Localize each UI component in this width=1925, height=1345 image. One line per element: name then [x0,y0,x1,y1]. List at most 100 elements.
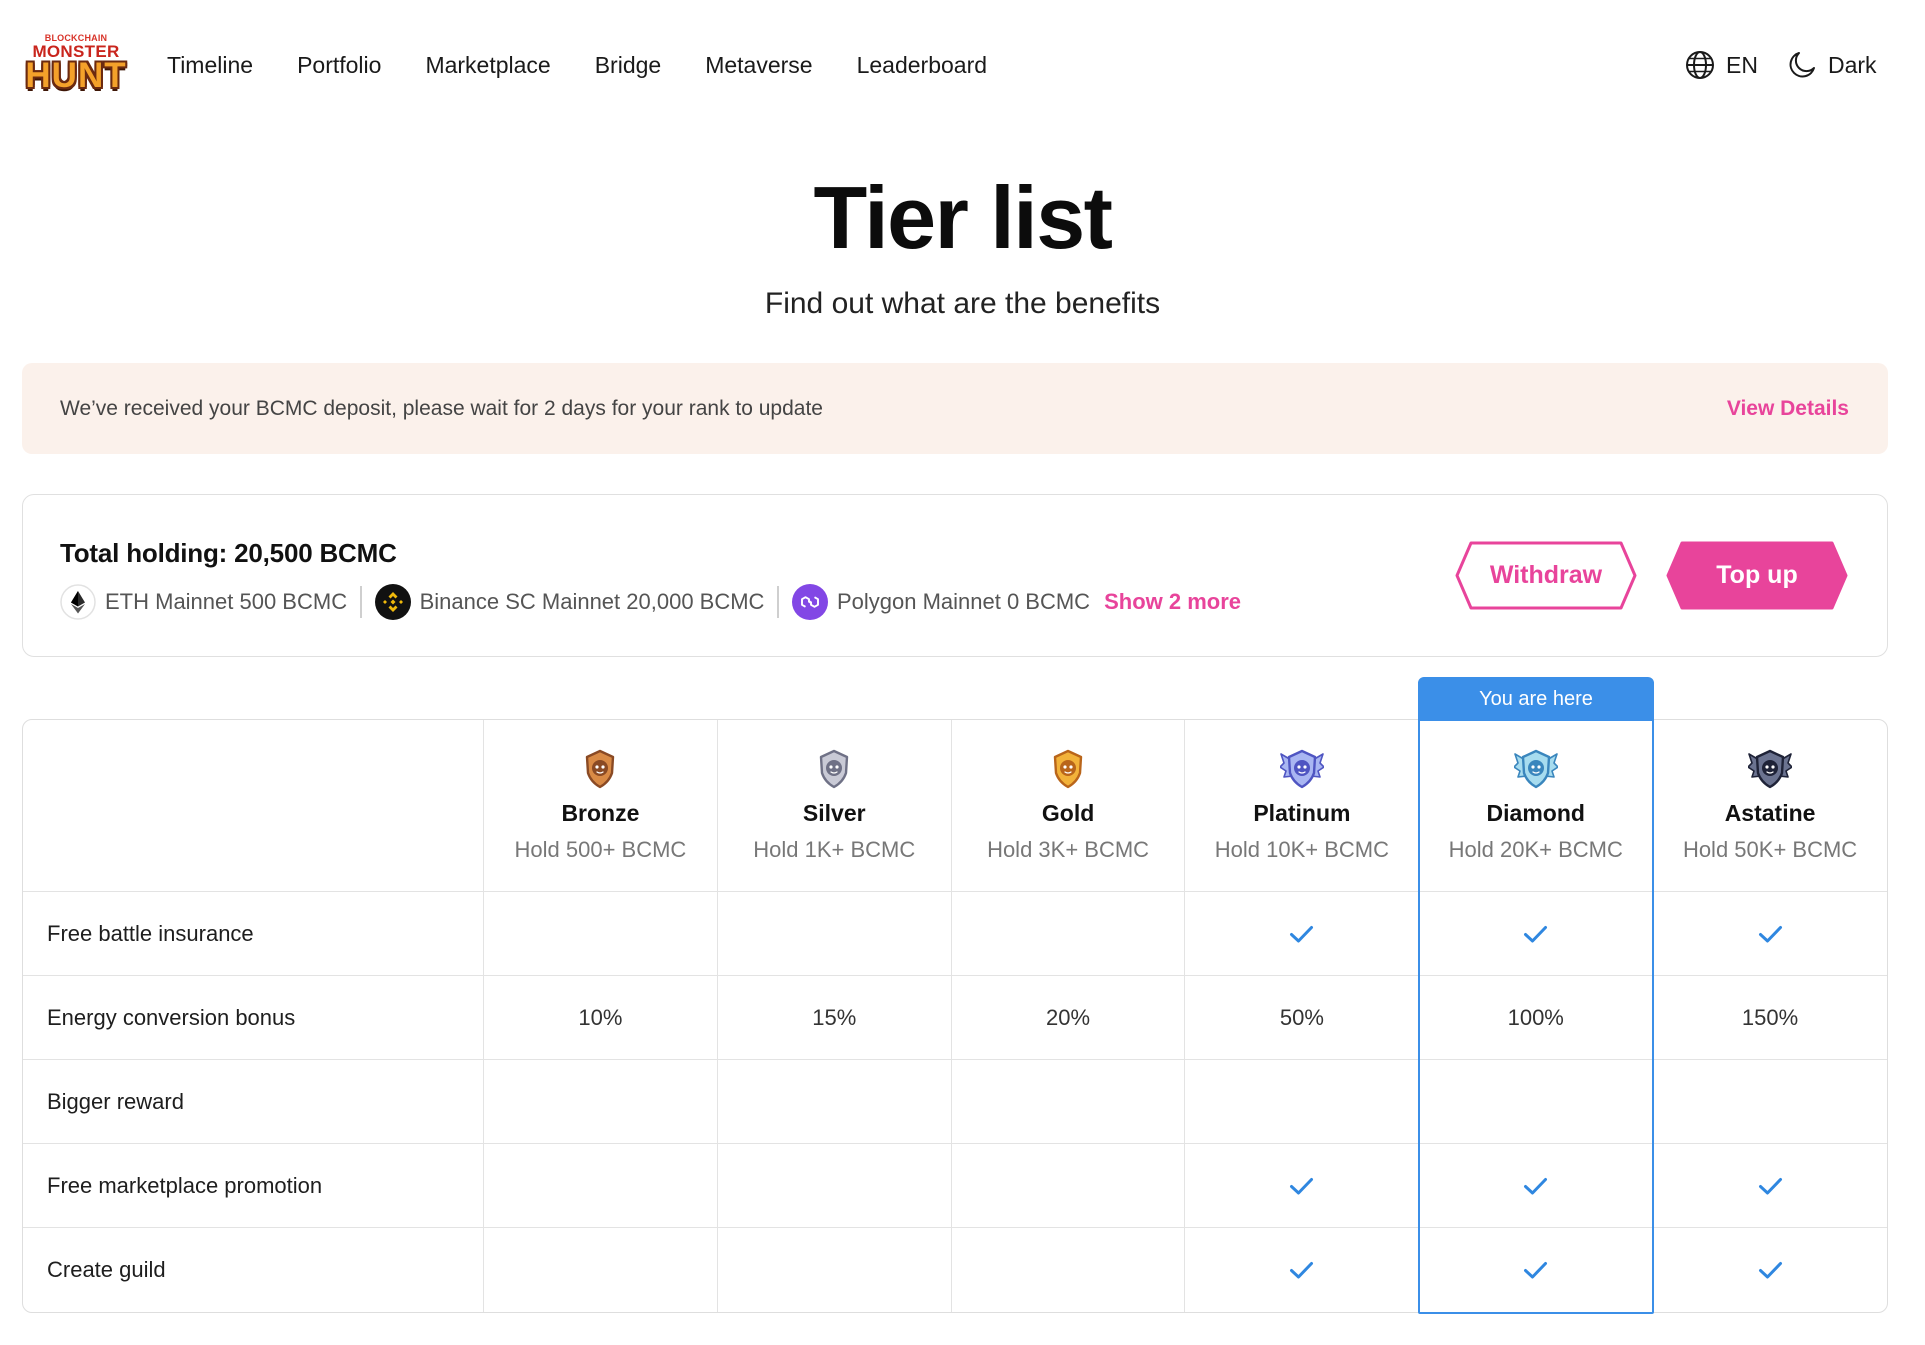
bronze-badge-icon [578,748,622,790]
tier-requirement: Hold 1K+ BCMC [753,837,916,862]
check-icon [1523,1261,1548,1279]
polygon-icon [791,584,828,620]
tier-cell [1419,892,1654,976]
you-are-here-badge: You are here [1419,678,1653,721]
tier-requirement: Hold 50K+ BCMC [1682,837,1858,862]
platinum-badge-icon [1279,748,1324,790]
cell-value: 20% [1046,1004,1091,1030]
binance-icon [374,584,411,620]
globe-icon [1684,49,1716,81]
tier-cell [1419,1228,1654,1312]
nav-link-marketplace[interactable]: Marketplace [425,52,550,79]
logo-line-3: HUNT [25,56,127,95]
tier-cell [717,892,952,976]
page-title: Tier list [813,168,1113,267]
chain-eth-balance: ETH Mainnet 500 BCMC [105,589,348,614]
chain-balances: ETH Mainnet 500 BCMC Binance SC Mainnet … [60,584,1241,620]
tier-name: Bronze [561,800,640,826]
row-label: Energy conversion bonus [23,976,484,1060]
theme-label: Dark [1828,51,1877,78]
chain-polygon-balance: Polygon Mainnet 0 BCMC [836,589,1091,614]
tier-header-diamond: Diamond Hold 20K+ BCMC [1419,720,1654,892]
cell-value: 100% [1507,1004,1564,1030]
top-up-button[interactable]: Top up [1665,540,1849,611]
tier-header-bronze: Bronze Hold 500+ BCMC [484,720,718,892]
nav-link-metaverse[interactable]: Metaverse [705,52,812,79]
tier-requirement: Hold 20K+ BCMC [1448,837,1623,862]
logo[interactable]: BLOCKCHAIN MONSTER HUNT [22,33,130,95]
tier-cell [718,1228,952,1312]
tier-cell [717,1060,952,1144]
tier-cell [484,1060,718,1144]
tier-cell [1653,1228,1887,1312]
view-details-link[interactable]: View Details [1727,397,1849,421]
tier-cell [1653,1144,1887,1228]
chain-polygon: Polygon Mainnet 0 BCMC [791,584,1091,620]
tier-cell [1185,1144,1420,1228]
tier-cell [484,1228,718,1312]
tier-cell [717,1144,952,1228]
nav-link-bridge[interactable]: Bridge [595,52,661,79]
moon-icon [1786,49,1818,81]
tier-cell: 20% [951,976,1186,1060]
cell-value: 10% [578,1004,623,1030]
row-label: Bigger reward [23,1060,484,1144]
tier-cell [951,892,1186,976]
divider [777,586,779,618]
tier-cell [484,1144,718,1228]
notice-message: We’ve received your BCMC deposit, please… [60,396,823,420]
check-icon [1758,1177,1783,1195]
tier-cell: 50% [1185,976,1420,1060]
tier-cell [1419,1060,1654,1144]
check-icon [1758,1261,1783,1279]
tier-name: Silver [802,800,866,826]
check-icon [1523,925,1548,943]
withdraw-button[interactable]: Withdraw [1454,540,1638,611]
divider [360,586,362,618]
total-holding: Total holding: 20,500 BCMC [60,538,397,568]
tier-cell [1185,892,1420,976]
tier-header-silver: Silver Hold 1K+ BCMC [717,720,952,892]
tier-header-astatine: Astatine Hold 50K+ BCMC [1653,720,1887,892]
tier-table: Bronze Hold 500+ BCMC Silver Hold 1K+ BCMC G… [22,719,1888,1313]
main-nav: Timeline Portfolio Marketplace Bridge Me… [167,48,987,82]
cell-value: 15% [812,1004,857,1030]
tier-cell [1653,892,1887,976]
chain-eth: ETH Mainnet 500 BCMC [60,584,347,620]
chain-binance-balance: Binance SC Mainnet 20,000 BCMC [419,589,765,614]
tier-cell: 10% [484,976,718,1060]
row-label: Free marketplace promotion [23,1144,484,1228]
tier-requirement: Hold 10K+ BCMC [1214,837,1390,862]
tier-name: Gold [1041,800,1095,826]
check-icon [1523,1177,1548,1195]
tier-cell [951,1144,1186,1228]
language-switcher[interactable]: EN [1684,47,1758,83]
tier-cell: 100% [1419,976,1654,1060]
gold-badge-icon [1046,748,1090,790]
tier-cell [952,1228,1186,1312]
show-more-link[interactable]: Show 2 more [1104,589,1241,615]
tier-cell [484,892,718,976]
nav-link-leaderboard[interactable]: Leaderboard [857,52,987,79]
tier-cell [1653,1060,1887,1144]
tier-cell [951,1060,1186,1144]
tier-cell [1185,1060,1420,1144]
language-label: EN [1726,51,1758,78]
tier-name: Platinum [1253,800,1351,826]
withdraw-label: Withdraw [1489,561,1603,589]
eth-icon [60,584,96,620]
top-up-label: Top up [1716,561,1798,589]
diamond-badge-icon [1513,748,1558,790]
tier-cell: 15% [717,976,952,1060]
theme-toggle[interactable]: Dark [1786,47,1877,83]
table-corner-cell [23,720,484,892]
check-icon [1758,925,1783,943]
tier-name: Astatine [1724,800,1816,826]
nav-link-timeline[interactable]: Timeline [167,52,253,79]
nav-link-portfolio[interactable]: Portfolio [297,52,381,79]
tier-name: Diamond [1486,800,1585,826]
row-label: Free battle insurance [23,892,484,976]
tier-header-platinum: Platinum Hold 10K+ BCMC [1185,720,1420,892]
deposit-notice: We’ve received your BCMC deposit, please… [22,363,1888,454]
silver-badge-icon [812,748,856,790]
